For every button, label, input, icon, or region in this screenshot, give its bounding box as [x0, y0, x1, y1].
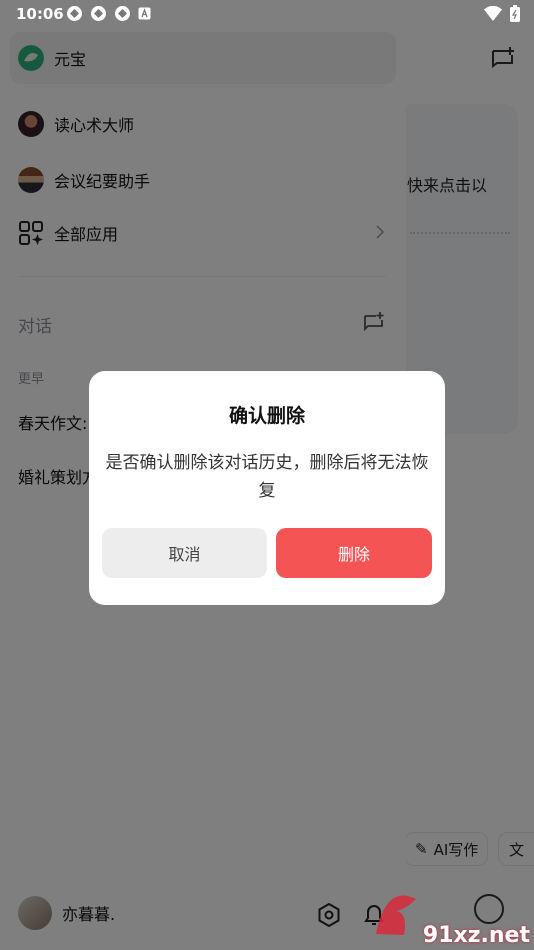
delete-button[interactable]: 删除 [276, 528, 432, 578]
app-notification-icon [115, 6, 130, 21]
battery-icon [510, 5, 520, 22]
wifi-icon [484, 6, 502, 21]
confirm-delete-dialog: 确认删除 是否确认删除该对话历史，删除后将无法恢复 取消 删除 [89, 371, 445, 605]
app-store-icon [138, 7, 151, 20]
system-icons [484, 5, 520, 22]
app-notification-icon [67, 6, 82, 21]
dialog-title: 确认删除 [228, 405, 305, 427]
cancel-button[interactable]: 取消 [102, 528, 267, 578]
notification-icons [66, 5, 151, 22]
app-notification-icon [91, 6, 106, 21]
watermark-text: 91xz.net [422, 923, 530, 948]
dialog-message: 是否确认删除该对话历史，删除后将无法恢复 [105, 453, 429, 501]
site-watermark: 91xz.net [366, 884, 534, 950]
status-bar: 10:06 [0, 0, 534, 28]
status-time: 10:06 [16, 5, 64, 23]
